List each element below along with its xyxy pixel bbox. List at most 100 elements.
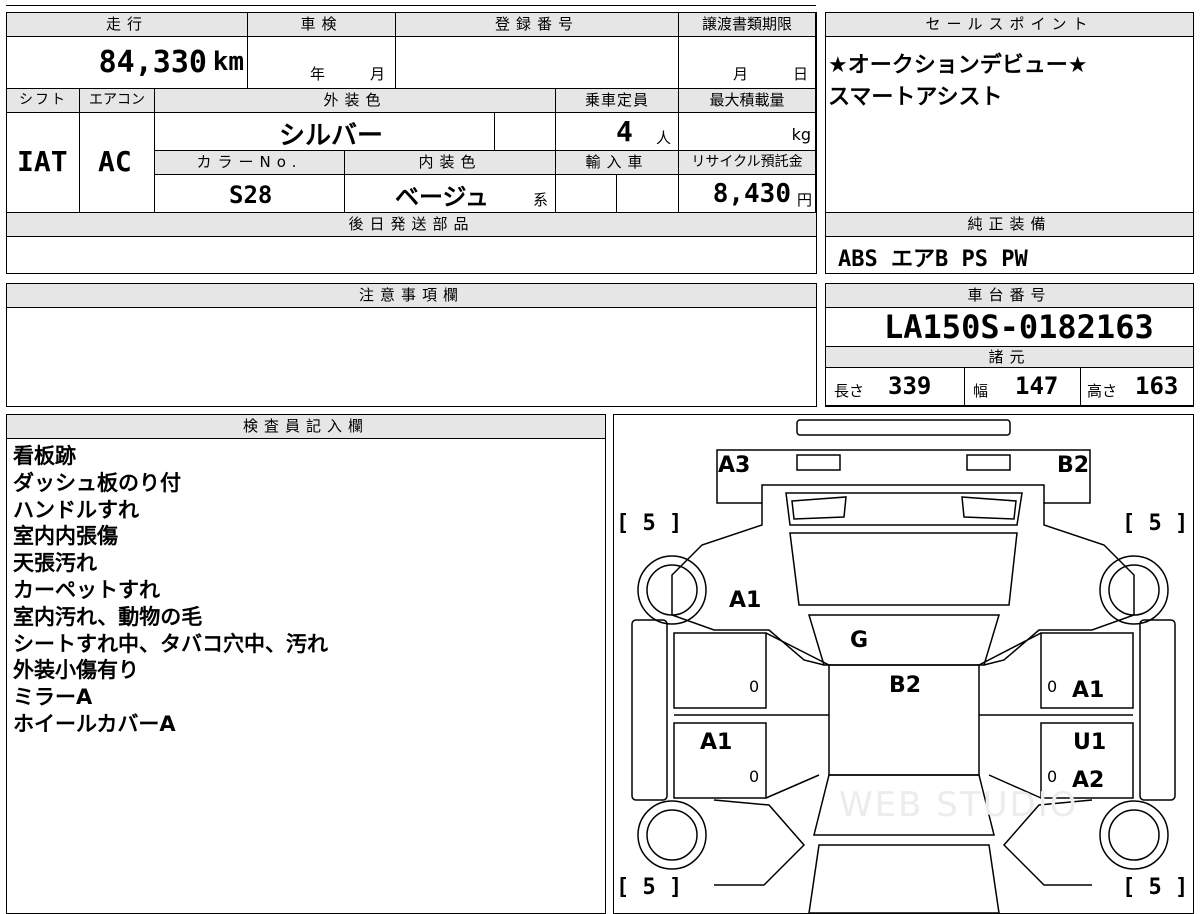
spec-width-value: 147 — [1015, 372, 1059, 400]
inspector-line: 外装小傷有り — [13, 658, 139, 683]
notes-header: 注意事項欄 — [7, 284, 816, 308]
chassis-box: 車台番号 LA150S-0182163 諸元 長さ 339 幅 147 高さ 1… — [825, 283, 1194, 407]
car-diagram-box: A3 B2 A1 G B2 A1 A1 U1 A2 0 0 0 0 [ 5 ] … — [613, 414, 1194, 914]
inspector-line: ミラーA — [13, 685, 93, 710]
sales-points-box: セールスポイント ★オークションデビュー★ スマートアシスト — [825, 12, 1194, 213]
diag-label-a1-pillar: A1 — [729, 588, 762, 613]
interior-color-suffix: 系 — [533, 191, 549, 209]
tread-rl: [ 5 ] — [616, 875, 683, 900]
shift-cell: IAT — [7, 113, 80, 213]
max-load-cell: kg — [679, 113, 816, 151]
seating-cell: 4 人 — [556, 113, 679, 151]
door-zero-label: 0 — [1047, 677, 1058, 696]
import-cell-1 — [556, 175, 617, 213]
interior-color-value: ベージュ — [395, 183, 489, 211]
exterior-color-header: 外装色 — [155, 89, 556, 113]
diag-label-a1-right-door: A1 — [1072, 678, 1105, 703]
spec-height-label: 高さ — [1087, 382, 1118, 400]
exterior-color-sub — [495, 113, 556, 151]
recycle-value: 8,430 — [712, 179, 791, 209]
later-parts-cell — [7, 237, 816, 272]
inspector-box: 検査員記入欄 看板跡 ダッシュ板のり付 ハンドルすれ 室内内張傷 天張汚れ カー… — [6, 414, 606, 914]
diag-label-a3: A3 — [718, 453, 751, 478]
tread-rr: [ 5 ] — [1122, 875, 1189, 900]
interior-color-header: 内装色 — [345, 151, 556, 175]
specs-header: 諸元 — [826, 346, 1193, 368]
inspector-line: 看板跡 — [13, 444, 76, 468]
front-body — [716, 449, 1091, 504]
registration-header: 登録番号 — [396, 13, 679, 37]
door-zero-label: 0 — [749, 767, 760, 786]
spec-length: 長さ 339 — [826, 368, 965, 406]
spec-width-label: 幅 — [973, 382, 989, 400]
later-parts-header: 後日発送部品 — [7, 213, 816, 237]
genuine-equipment-value: ABS エアB PS PW — [838, 247, 1028, 272]
inspector-line: 室内汚れ、動物の毛 — [13, 604, 203, 629]
top-strip — [6, 0, 816, 6]
inspector-line: シートすれ中、タバコ穴中、汚れ — [13, 631, 328, 656]
mileage-unit: km — [212, 47, 244, 77]
door-zero-label: 0 — [1047, 767, 1058, 786]
exterior-color-value: シルバー — [279, 121, 384, 151]
chassis-value: LA150S-0182163 — [884, 308, 1154, 346]
inspector-list: 看板跡 ダッシュ板のり付 ハンドルすれ 室内内張傷 天張汚れ カーペットすれ 室… — [13, 443, 328, 738]
seating-value: 4 — [616, 115, 633, 148]
import-header: 輸入車 — [556, 151, 679, 175]
car-diagram — [631, 419, 1176, 913]
mileage-cell: 84,330 km — [7, 37, 248, 89]
right-body-line — [983, 503, 1135, 666]
aircon-cell: AC — [80, 113, 155, 213]
import-cell-2 — [617, 175, 679, 213]
left-front-door — [673, 632, 767, 709]
shift-header: シフト — [7, 89, 80, 113]
color-no-cell: S28 — [155, 175, 345, 213]
inspector-line: ホイールカバーA — [13, 711, 176, 736]
diag-label-b2-front: B2 — [1057, 453, 1090, 478]
inspector-line: 天張汚れ — [13, 551, 97, 576]
seating-header: 乗車定員 — [556, 89, 679, 113]
inspection-cell: 年 月 — [248, 37, 396, 89]
diag-label-g: G — [850, 628, 869, 653]
shift-value: IAT — [17, 145, 68, 178]
notes-box: 注意事項欄 — [6, 283, 817, 407]
tread-fr: [ 5 ] — [1122, 511, 1189, 536]
interior-color-cell: ベージュ 系 — [345, 175, 556, 213]
mileage-value: 84,330 — [98, 45, 207, 80]
windshield — [807, 614, 1001, 666]
tread-fl: [ 5 ] — [616, 511, 683, 536]
sales-point-line-1: ★オークションデビュー★ — [828, 53, 1088, 78]
inspector-header: 検査員記入欄 — [7, 415, 605, 439]
inspection-month-unit: 月 — [370, 65, 386, 83]
wheel-rear-right — [1099, 800, 1169, 870]
recycle-unit: 円 — [796, 191, 812, 209]
inspector-line: ハンドルすれ — [13, 497, 139, 522]
inspector-line: ダッシュ板のり付 — [13, 470, 181, 495]
left-body-line — [671, 503, 825, 666]
registration-cell — [396, 37, 679, 89]
genuine-equipment-box: 純正装備 ABS エアB PS PW — [825, 212, 1194, 274]
spec-length-label: 長さ — [834, 382, 865, 400]
lamp-right — [966, 454, 1011, 471]
chassis-header: 車台番号 — [826, 284, 1193, 308]
wheel-rear-left — [637, 800, 707, 870]
spec-height-value: 163 — [1135, 372, 1179, 400]
right-step — [1139, 619, 1176, 801]
lamp-left — [796, 454, 841, 471]
spec-width: 幅 147 — [965, 368, 1081, 406]
spec-height: 高さ 163 — [1081, 368, 1193, 406]
transfer-deadline-cell: 月 日 — [679, 37, 816, 89]
aircon-value: AC — [98, 145, 132, 178]
left-step — [631, 619, 668, 801]
door-zero-label: 0 — [749, 677, 760, 696]
recycle-cell: 8,430 円 — [679, 175, 816, 213]
aircon-header: エアコン — [80, 89, 155, 113]
spec-length-value: 339 — [888, 372, 932, 400]
color-no-value: S28 — [229, 181, 273, 209]
inspection-header: 車検 — [248, 13, 396, 37]
sales-points-header: セールスポイント — [826, 13, 1193, 37]
diag-label-u1: U1 — [1073, 730, 1107, 755]
inspection-year-unit: 年 — [310, 65, 326, 83]
recycle-header: リサイクル預託金 — [679, 151, 816, 175]
genuine-equipment-header: 純正装備 — [826, 213, 1193, 237]
diag-label-a1-left-door: A1 — [700, 730, 733, 755]
